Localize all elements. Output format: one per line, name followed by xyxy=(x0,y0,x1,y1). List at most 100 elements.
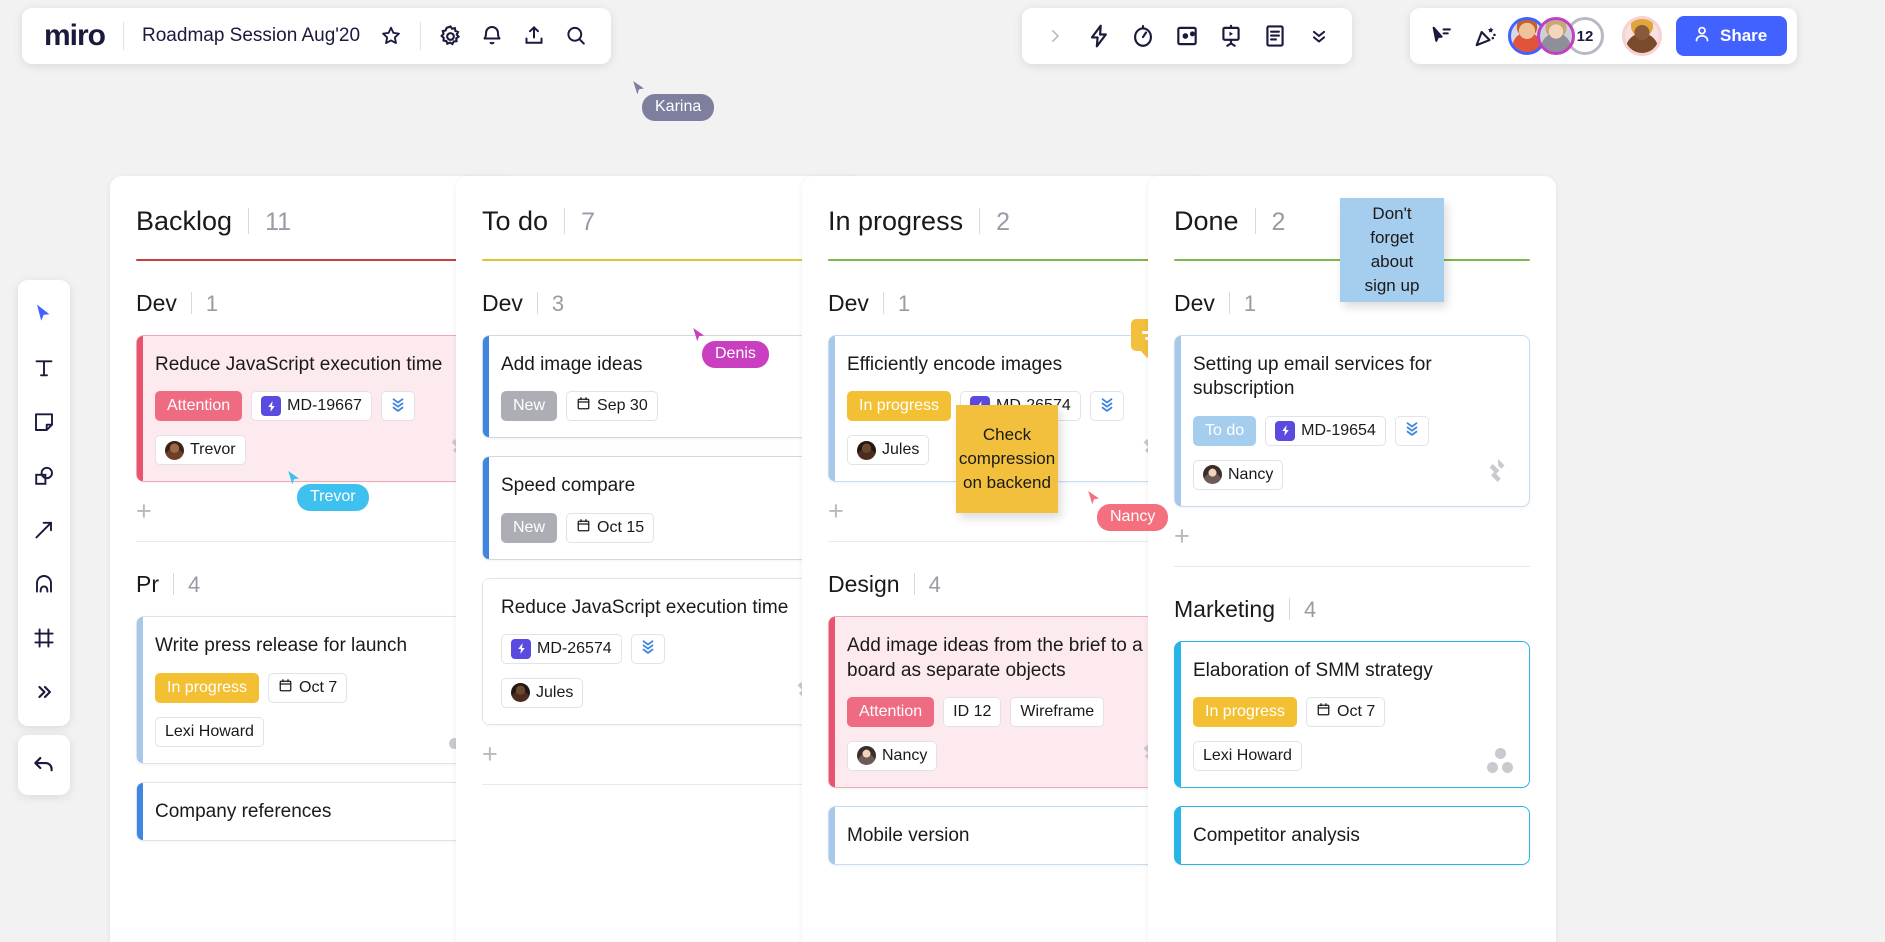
status-badge[interactable]: New xyxy=(501,512,558,543)
due-date-label: Oct 7 xyxy=(1337,702,1376,720)
status-badge[interactable]: In progress xyxy=(155,672,260,703)
card-title: Efficiently encode images xyxy=(847,354,1063,375)
section-title: Design xyxy=(828,571,900,598)
document-icon[interactable] xyxy=(1254,15,1296,57)
card-accent xyxy=(829,617,835,787)
assignee-name: Jules xyxy=(882,441,920,459)
divider xyxy=(482,783,838,785)
bell-icon[interactable] xyxy=(471,15,513,57)
calendar-icon xyxy=(1316,702,1331,722)
collaborator-cursor: Karina xyxy=(630,78,750,124)
column-count: 11 xyxy=(265,208,292,236)
share-button[interactable]: Share xyxy=(1676,16,1788,56)
card-title: Add image ideas from the brief to a boar… xyxy=(847,635,1143,681)
task-card[interactable]: Reduce JavaScript execution time Attentio… xyxy=(136,335,492,483)
column-title: To do xyxy=(482,206,549,236)
star-icon[interactable] xyxy=(370,15,412,57)
task-card[interactable]: Speed compare New Oct 15 xyxy=(482,456,838,560)
assignee-chip[interactable]: Jules xyxy=(501,677,584,708)
miro-logo[interactable]: miro xyxy=(44,21,123,51)
assignee-chip[interactable]: Trevor xyxy=(155,435,246,466)
card-chips: New Oct 15 xyxy=(501,512,819,543)
tag-chip[interactable]: ID 12 xyxy=(943,696,1002,727)
collaborator-avatars[interactable]: 12 xyxy=(1508,17,1604,55)
section-title: Pr xyxy=(136,571,159,598)
card-chips: Attention MD-19667 xyxy=(155,391,473,422)
task-card[interactable]: Add image ideas from the brief to a boar… xyxy=(828,616,1184,788)
assignee-chip[interactable]: Nancy xyxy=(847,740,938,771)
card-title: Company references xyxy=(155,800,332,822)
divider xyxy=(913,573,915,596)
jira-ticket-chip[interactable]: MD-19654 xyxy=(1265,415,1386,446)
priority-chip[interactable] xyxy=(380,391,415,422)
status-badge[interactable]: To do xyxy=(1193,415,1257,446)
column-header: To do 7 xyxy=(482,204,838,237)
double-chevron-down-icon[interactable] xyxy=(1298,15,1340,57)
calendar-icon xyxy=(576,396,591,416)
status-badge[interactable]: In progress xyxy=(1193,696,1298,727)
divider xyxy=(420,22,422,50)
card-assignee-row: Jules xyxy=(501,677,819,708)
section-header: Dev 1 xyxy=(136,289,492,317)
status-badge[interactable]: In progress xyxy=(847,391,952,422)
card-title: Reduce JavaScript execution time xyxy=(155,354,443,375)
party-icon[interactable] xyxy=(1464,15,1506,57)
cursor-share-icon[interactable] xyxy=(1420,15,1462,57)
assignee-name: Trevor xyxy=(190,441,236,459)
due-date-chip[interactable]: Oct 7 xyxy=(1306,696,1386,727)
card-title: Speed compare xyxy=(501,475,636,497)
card-assignee-row: Nancy xyxy=(847,740,1165,771)
add-card-row: + xyxy=(1174,522,1530,567)
add-card-button[interactable]: + xyxy=(482,739,498,769)
priority-chip[interactable] xyxy=(630,633,665,664)
assignee-chip[interactable]: Jules xyxy=(847,435,930,466)
chevron-right-icon[interactable] xyxy=(1034,15,1076,57)
jira-ticket-chip[interactable]: MD-19667 xyxy=(251,391,372,422)
status-badge[interactable]: Attention xyxy=(847,696,935,727)
task-card[interactable]: Setting up email services for subscripti… xyxy=(1174,335,1530,507)
section-header: Pr 4 xyxy=(136,570,492,598)
task-card[interactable]: Write press release for launch In progres… xyxy=(136,616,492,764)
jira-icon xyxy=(1275,420,1296,441)
task-card[interactable]: Elaboration of SMM strategy In progress Oc… xyxy=(1174,640,1530,788)
due-date-chip[interactable]: Oct 15 xyxy=(566,512,655,543)
assignee-chip[interactable]: Nancy xyxy=(1193,459,1284,490)
gear-icon[interactable] xyxy=(429,15,471,57)
section-count: 1 xyxy=(205,291,219,316)
calendar-icon xyxy=(278,678,293,698)
status-badge[interactable]: New xyxy=(501,391,558,422)
sticky-note[interactable]: Check compression on backend xyxy=(956,405,1058,513)
add-card-button[interactable]: + xyxy=(136,496,152,526)
assignee-chip[interactable]: Lexi Howard xyxy=(155,716,264,747)
card-title: Setting up email services for subscripti… xyxy=(1193,354,1432,400)
tag-chip[interactable]: Wireframe xyxy=(1010,696,1105,727)
presentation-icon[interactable] xyxy=(1210,15,1252,57)
due-date-chip[interactable]: Sep 30 xyxy=(566,391,658,422)
voting-icon[interactable] xyxy=(1166,15,1208,57)
task-card[interactable]: Mobile version xyxy=(828,805,1184,866)
lightning-icon[interactable] xyxy=(1078,15,1120,57)
jira-ticket-chip[interactable]: MD-26574 xyxy=(501,633,622,664)
task-card[interactable]: Company references xyxy=(136,781,492,841)
cursor-name-label: Trevor xyxy=(297,484,369,511)
task-card[interactable]: Reduce JavaScript execution time MD-26574… xyxy=(482,577,838,725)
task-card[interactable]: Competitor analysis xyxy=(1174,805,1530,866)
top-bar-left: miro Roadmap Session Aug'20 xyxy=(22,8,612,64)
search-icon[interactable] xyxy=(555,15,597,57)
assignee-name: Jules xyxy=(536,683,574,701)
avatar[interactable] xyxy=(1537,17,1575,55)
add-card-button[interactable]: + xyxy=(828,496,844,526)
divider xyxy=(979,208,981,234)
upload-icon[interactable] xyxy=(513,15,555,57)
assignee-chip[interactable]: Lexi Howard xyxy=(1193,740,1302,771)
priority-chip[interactable] xyxy=(1394,415,1429,446)
assignee-name: Lexi Howard xyxy=(1203,746,1292,764)
due-date-chip[interactable]: Oct 7 xyxy=(268,672,348,703)
sticky-note[interactable]: Don't forget about sign up xyxy=(1340,198,1444,302)
current-user-avatar[interactable] xyxy=(1622,16,1662,56)
priority-chip[interactable] xyxy=(1089,391,1124,422)
status-badge[interactable]: Attention xyxy=(155,391,243,422)
divider xyxy=(828,541,1184,543)
timer-icon[interactable] xyxy=(1122,15,1164,57)
board-title[interactable]: Roadmap Session Aug'20 xyxy=(124,25,370,47)
